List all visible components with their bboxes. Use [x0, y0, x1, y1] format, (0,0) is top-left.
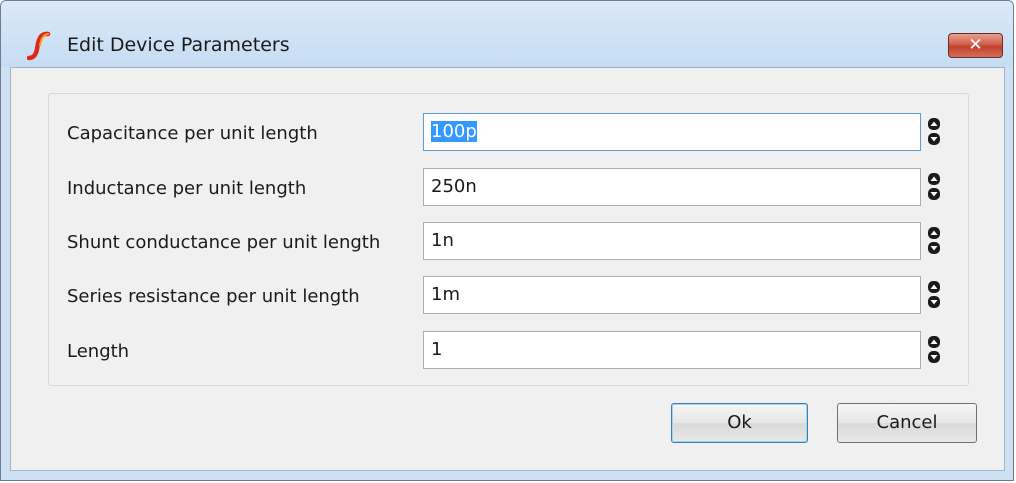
cancel-button[interactable]: Cancel: [837, 403, 977, 443]
length-input[interactable]: 1: [423, 331, 921, 369]
parameters-group: Capacitance per unit length 100p Inducta…: [48, 93, 969, 386]
capacitance-input[interactable]: 100p: [423, 113, 921, 151]
series-resistance-spinner[interactable]: [927, 280, 941, 310]
capacitance-value: 100p: [431, 121, 477, 142]
length-label: Length: [67, 341, 130, 362]
close-icon: ✕: [968, 35, 983, 55]
inductance-input[interactable]: 250n: [423, 168, 921, 206]
shunt-conductance-spinner[interactable]: [927, 226, 941, 256]
shunt-conductance-input[interactable]: 1n: [423, 222, 921, 260]
capacitance-label: Capacitance per unit length: [67, 123, 318, 144]
inductance-label: Inductance per unit length: [67, 178, 307, 199]
inductance-spinner[interactable]: [927, 172, 941, 202]
ok-button[interactable]: Ok: [671, 403, 808, 443]
dialog-window: Edit Device Parameters ✕ Capacitance per…: [0, 0, 1014, 481]
capacitance-spinner[interactable]: [927, 117, 941, 147]
title-bar[interactable]: Edit Device Parameters ✕: [1, 1, 1013, 67]
simetrix-logo-icon: [27, 31, 51, 61]
length-spinner[interactable]: [927, 335, 941, 365]
shunt-conductance-label: Shunt conductance per unit length: [67, 232, 381, 253]
window-title: Edit Device Parameters: [67, 34, 290, 56]
dialog-body: Capacitance per unit length 100p Inducta…: [10, 67, 1005, 471]
series-resistance-input[interactable]: 1m: [423, 276, 921, 314]
close-button[interactable]: ✕: [948, 33, 1003, 58]
series-resistance-label: Series resistance per unit length: [67, 286, 360, 307]
